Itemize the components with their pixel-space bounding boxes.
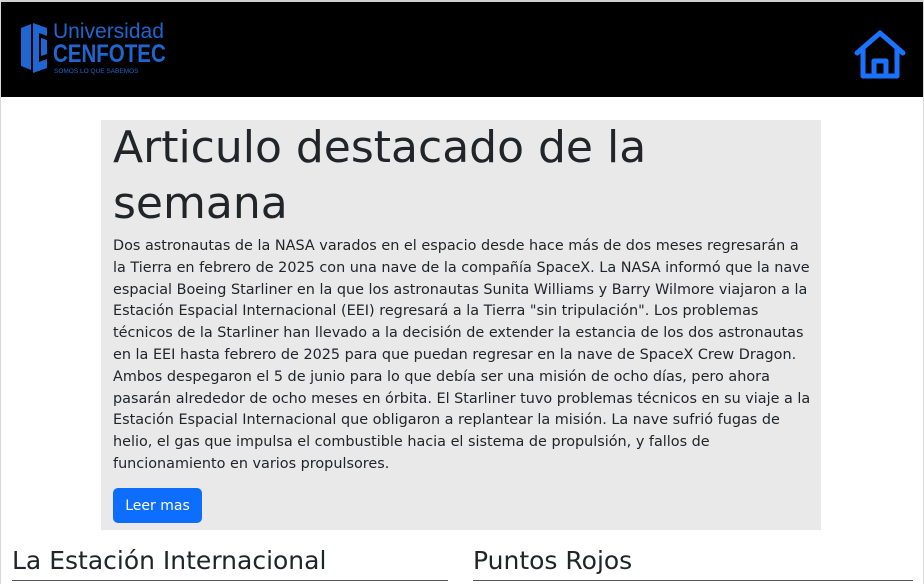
section-title-puntos-rojos: Puntos Rojos — [473, 546, 633, 575]
read-more-button[interactable]: Leer mas — [113, 488, 202, 523]
site-header: Universidad CENFOTEC SOMOS LO QUE SABEMO… — [1, 0, 923, 97]
logo-text-cenfotec: CENFOTEC — [53, 40, 166, 68]
page: Universidad CENFOTEC SOMOS LO QUE SABEMO… — [0, 0, 924, 584]
logo-tagline: SOMOS LO QUE SABEMOS — [54, 68, 139, 75]
featured-article-body: Dos astronautas de la NASA varados en el… — [113, 238, 811, 472]
home-icon — [854, 30, 906, 79]
section-divider — [12, 580, 448, 581]
featured-article-title: Articulo destacado de la semana — [113, 122, 647, 229]
home-button[interactable] — [853, 30, 907, 80]
section-title-estacion-internacional: La Estación Internacional — [12, 546, 327, 575]
cenfotec-logo-mark-icon — [21, 23, 47, 73]
cenfotec-logo[interactable]: Universidad CENFOTEC SOMOS LO QUE SABEMO… — [21, 20, 166, 80]
featured-article: Articulo destacado de la semana Dos astr… — [101, 120, 821, 530]
section-divider — [473, 580, 913, 581]
